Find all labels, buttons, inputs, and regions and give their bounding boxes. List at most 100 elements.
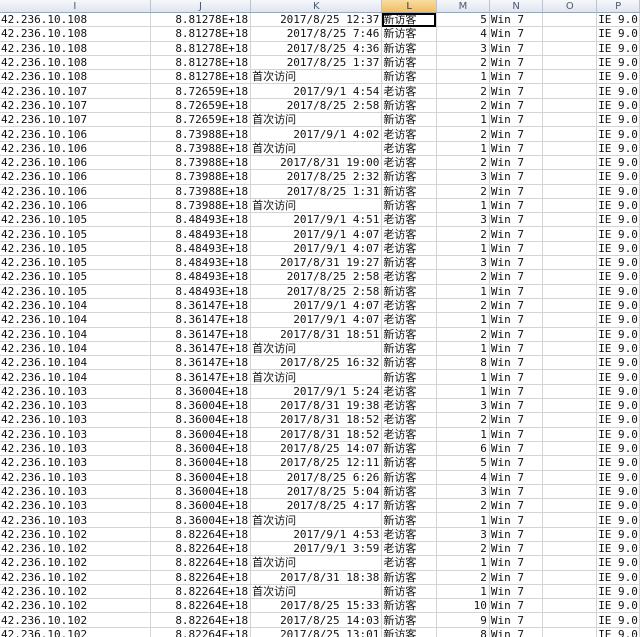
cell-i[interactable]: 42.236.10.105 [0, 226, 151, 242]
cell-k[interactable]: 2017/9/1 4:07 [250, 241, 383, 257]
cell-m[interactable]: 3 [436, 484, 490, 500]
cell-o[interactable] [542, 498, 598, 514]
cell-o[interactable] [542, 83, 598, 99]
cell-k[interactable]: 2017/8/31 18:38 [250, 570, 383, 585]
cell-p[interactable]: IE 9.0 [596, 369, 640, 385]
cell-p[interactable]: IE 9.0 [596, 184, 640, 199]
cell-m[interactable]: 1 [436, 112, 490, 128]
cell-o[interactable] [542, 212, 598, 228]
cell-n[interactable]: Win 7 [489, 169, 544, 185]
cell-p[interactable]: IE 9.0 [596, 155, 640, 171]
cell-n[interactable]: Win 7 [489, 83, 544, 99]
cell-j[interactable]: 8.36147E+18 [150, 312, 252, 328]
cell-m[interactable]: 8 [436, 355, 490, 371]
cell-i[interactable]: 42.236.10.106 [0, 126, 151, 142]
column-header-j[interactable]: J [150, 0, 252, 13]
cell-i[interactable]: 42.236.10.103 [0, 412, 151, 428]
cell-m[interactable]: 9 [436, 612, 490, 628]
cell-k[interactable]: 2017/8/25 14:07 [250, 441, 383, 457]
cell-j[interactable]: 8.36004E+18 [150, 412, 252, 428]
cell-m[interactable]: 1 [436, 555, 490, 571]
cell-l[interactable]: 老访客 [381, 384, 437, 400]
cell-k[interactable]: 2017/9/1 4:02 [250, 126, 383, 142]
cell-m[interactable]: 2 [436, 298, 490, 314]
cell-m[interactable]: 2 [436, 541, 490, 557]
cell-i[interactable]: 42.236.10.103 [0, 470, 151, 485]
cell-i[interactable]: 42.236.10.102 [0, 584, 151, 600]
cell-k[interactable]: 2017/8/31 19:00 [250, 155, 383, 171]
cell-m[interactable]: 2 [436, 155, 490, 171]
cell-k[interactable]: 2017/8/31 18:51 [250, 327, 383, 342]
cell-o[interactable] [542, 269, 598, 285]
cell-p[interactable]: IE 9.0 [596, 83, 640, 99]
cell-m[interactable]: 8 [436, 627, 490, 637]
cell-m[interactable]: 1 [436, 512, 490, 528]
cell-p[interactable]: IE 9.0 [596, 598, 640, 614]
cell-l[interactable]: 新访客 [381, 612, 437, 628]
cell-o[interactable] [542, 555, 598, 571]
cell-j[interactable]: 8.72659E+18 [150, 83, 252, 99]
cell-p[interactable]: IE 9.0 [596, 198, 640, 214]
cell-i[interactable]: 42.236.10.106 [0, 198, 151, 214]
cell-j[interactable]: 8.36004E+18 [150, 498, 252, 514]
cell-l[interactable]: 老访客 [381, 241, 437, 257]
cell-m[interactable]: 10 [436, 598, 490, 614]
cell-o[interactable] [542, 312, 598, 328]
cell-l[interactable]: 新访客 [381, 284, 437, 299]
cell-n[interactable]: Win 7 [489, 269, 544, 285]
cell-p[interactable]: IE 9.0 [596, 312, 640, 328]
cell-p[interactable]: IE 9.0 [596, 355, 640, 371]
cell-n[interactable]: Win 7 [489, 355, 544, 371]
cell-j[interactable]: 8.36004E+18 [150, 427, 252, 442]
cell-k[interactable]: 2017/8/25 7:46 [250, 26, 383, 42]
cell-n[interactable]: Win 7 [489, 255, 544, 271]
cell-l[interactable]: 新访客 [381, 598, 437, 614]
cell-l[interactable]: 新访客 [381, 498, 437, 514]
cell-n[interactable]: Win 7 [489, 69, 544, 85]
cell-k[interactable]: 2017/9/1 3:59 [250, 541, 383, 557]
cell-o[interactable] [542, 226, 598, 242]
cell-n[interactable]: Win 7 [489, 498, 544, 514]
cell-i[interactable]: 42.236.10.102 [0, 598, 151, 614]
cell-p[interactable]: IE 9.0 [596, 126, 640, 142]
cell-i[interactable]: 42.236.10.106 [0, 141, 151, 156]
cell-p[interactable]: IE 9.0 [596, 427, 640, 442]
cell-n[interactable]: Win 7 [489, 455, 544, 471]
cell-p[interactable]: IE 9.0 [596, 584, 640, 600]
cell-l[interactable]: 新访客 [381, 184, 437, 199]
column-header-m[interactable]: M [436, 0, 490, 13]
cell-j[interactable]: 8.81278E+18 [150, 26, 252, 42]
cell-o[interactable] [542, 341, 598, 357]
cell-l[interactable]: 老访客 [381, 527, 437, 542]
cell-p[interactable]: IE 9.0 [596, 26, 640, 42]
cell-i[interactable]: 42.236.10.102 [0, 555, 151, 571]
cell-n[interactable]: Win 7 [489, 198, 544, 214]
cell-p[interactable]: IE 9.0 [596, 226, 640, 242]
cell-j[interactable]: 8.73988E+18 [150, 184, 252, 199]
cell-p[interactable]: IE 9.0 [596, 241, 640, 257]
cell-m[interactable]: 1 [436, 141, 490, 156]
cell-o[interactable] [542, 41, 598, 56]
cell-i[interactable]: 42.236.10.104 [0, 327, 151, 342]
cell-o[interactable] [542, 55, 598, 71]
cell-k[interactable]: 2017/9/1 4:54 [250, 83, 383, 99]
cell-i[interactable]: 42.236.10.103 [0, 441, 151, 457]
cell-n[interactable]: Win 7 [489, 312, 544, 328]
cell-m[interactable]: 2 [436, 83, 490, 99]
cell-m[interactable]: 2 [436, 226, 490, 242]
cell-i[interactable]: 42.236.10.104 [0, 369, 151, 385]
cell-o[interactable] [542, 384, 598, 400]
cell-p[interactable]: IE 9.0 [596, 269, 640, 285]
cell-p[interactable]: IE 9.0 [596, 384, 640, 400]
cell-m[interactable]: 3 [436, 169, 490, 185]
cell-i[interactable]: 42.236.10.103 [0, 384, 151, 400]
cell-m[interactable]: 1 [436, 369, 490, 385]
cell-n[interactable]: Win 7 [489, 55, 544, 71]
cell-m[interactable]: 3 [436, 527, 490, 542]
cell-m[interactable]: 2 [436, 570, 490, 585]
column-header-i[interactable]: I [0, 0, 151, 13]
cell-m[interactable]: 6 [436, 441, 490, 457]
cell-k[interactable]: 2017/8/25 1:31 [250, 184, 383, 199]
cell-o[interactable] [542, 69, 598, 85]
cell-j[interactable]: 8.48493E+18 [150, 255, 252, 271]
